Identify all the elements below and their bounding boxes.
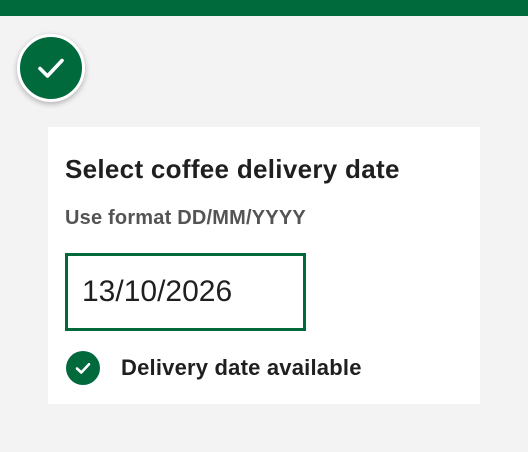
availability-status: Delivery date available bbox=[66, 351, 362, 385]
check-icon bbox=[38, 58, 64, 78]
form-title: Select coffee delivery date bbox=[65, 154, 400, 184]
date-form-card: Select coffee delivery date Use format D… bbox=[48, 127, 480, 404]
delivery-date-input[interactable] bbox=[65, 253, 306, 331]
top-bar bbox=[0, 0, 528, 16]
check-circle-icon bbox=[66, 351, 100, 385]
success-badge bbox=[17, 34, 85, 102]
status-message: Delivery date available bbox=[121, 355, 362, 380]
date-format-hint: Use format DD/MM/YYYY bbox=[65, 207, 306, 229]
